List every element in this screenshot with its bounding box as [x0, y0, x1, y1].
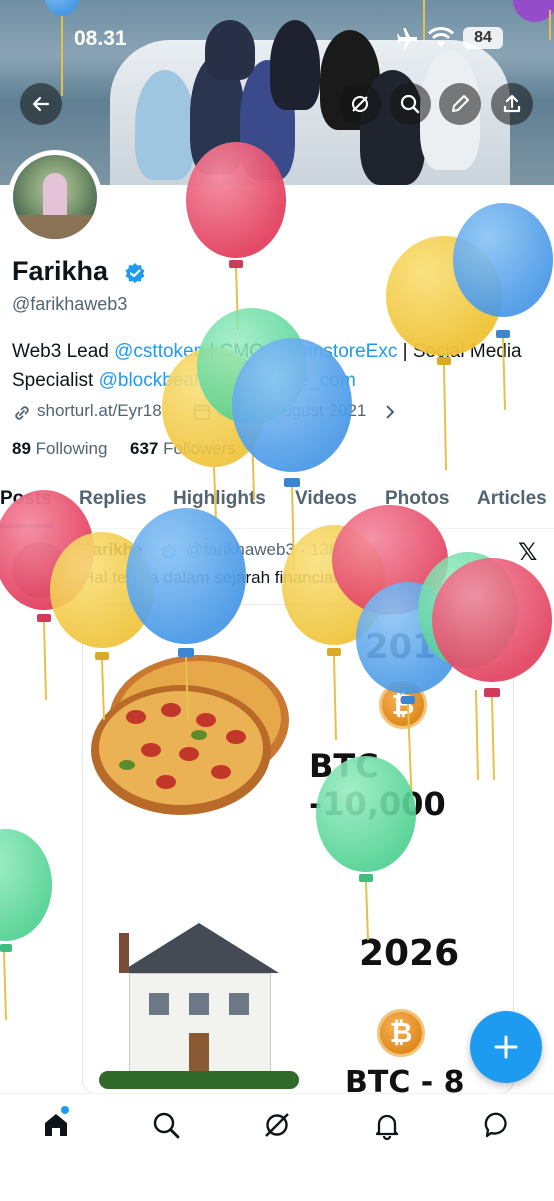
- profile-bio: Web3 Lead @csttoken | CMO @coinstoreExc …: [12, 337, 552, 395]
- edit-button[interactable]: [439, 83, 481, 125]
- tab-articles[interactable]: Articles: [477, 488, 547, 510]
- profile-avatar[interactable]: [8, 150, 102, 244]
- plus-icon: [494, 1035, 518, 1059]
- bio-text: | Social Media: [397, 341, 522, 362]
- balloon-string: [3, 951, 7, 1021]
- followers-number: 637: [130, 439, 159, 458]
- verified-badge-icon: [161, 543, 177, 561]
- post-text[interactable]: Hal tergila dalam sejarah financial ind…: [82, 568, 382, 588]
- header-photo[interactable]: 08.31 84: [0, 0, 554, 185]
- media-price-bottom: BTC - 8: [345, 1065, 465, 1094]
- search-icon: [400, 94, 420, 114]
- home-icon[interactable]: [41, 1110, 71, 1140]
- bio-text: | CMO: [204, 341, 270, 362]
- profile-handle: @farikhaweb3: [12, 294, 128, 314]
- calendar-icon: [193, 404, 211, 420]
- profile-joined-date: Joined August 2021: [217, 401, 367, 420]
- post-media-image[interactable]: 2010 ₿ BTC -10,000 2026 ₿ BTC - 8: [82, 604, 514, 1094]
- bio-mention-swapbee[interactable]: @swapbee_com: [214, 370, 356, 391]
- bio-mention-coinstore[interactable]: @coinstoreExc: [269, 341, 397, 362]
- back-button[interactable]: [20, 83, 62, 125]
- battery-indicator: 84: [463, 27, 503, 49]
- person: [135, 70, 195, 180]
- avatar-image: [13, 155, 97, 239]
- compose-post-button[interactable]: [470, 1011, 542, 1083]
- person: [270, 20, 320, 110]
- grok-button[interactable]: [339, 83, 381, 125]
- bio-mention-blockbeats[interactable]: @blockbeats: [99, 370, 209, 391]
- person: [205, 20, 255, 80]
- media-year-bottom: 2026: [359, 933, 460, 974]
- verified-badge-icon[interactable]: [124, 262, 146, 284]
- grok-icon[interactable]: [262, 1110, 292, 1140]
- bio-text: Web3 Lead: [12, 341, 115, 362]
- balloon-string: [43, 621, 47, 701]
- profile-website-link[interactable]: shorturl.at/Eyr18: [37, 401, 162, 421]
- tab-highlights[interactable]: Highlights: [173, 488, 266, 510]
- post-author-avatar[interactable]: [12, 542, 68, 598]
- balloon: [0, 829, 52, 941]
- tab-replies[interactable]: Replies: [79, 488, 147, 510]
- messages-icon[interactable]: [483, 1110, 513, 1140]
- balloon-knot: [229, 260, 243, 268]
- status-time: 08.31: [74, 27, 127, 50]
- back-arrow-icon: [32, 96, 50, 112]
- bio-mention-csttoken[interactable]: @csttoken: [114, 341, 204, 362]
- notification-dot: [61, 1106, 69, 1114]
- profile-name: Farikha: [12, 256, 109, 286]
- active-tab-indicator: [0, 524, 54, 528]
- following-label: Following: [35, 439, 108, 458]
- tab-photos[interactable]: Photos: [385, 488, 449, 510]
- media-price-top: BTC -10,000: [309, 747, 446, 823]
- tab-posts[interactable]: Posts: [0, 488, 52, 510]
- bio-text: Specialist: [12, 370, 99, 391]
- media-year-top: 2010: [365, 627, 460, 667]
- house-illustration: [99, 923, 299, 1093]
- post-author-handle: @farikhaweb3 · 13h: [186, 540, 339, 559]
- balloon-knot: [37, 614, 51, 622]
- profile-tabs: Posts Replies Highlights Videos Photos A…: [0, 484, 554, 529]
- balloon-knot: [0, 944, 12, 952]
- wifi-icon: [428, 27, 454, 47]
- followers-label: Followers: [163, 439, 236, 458]
- bitcoin-coin-icon: ₿: [379, 681, 427, 729]
- grok-icon: [352, 96, 368, 112]
- search-icon[interactable]: [151, 1110, 181, 1140]
- airplane-mode-icon: [397, 28, 417, 50]
- tab-videos[interactable]: Videos: [295, 488, 357, 510]
- bitcoin-coin-icon: ₿: [377, 1009, 425, 1057]
- followers-count[interactable]: 637 Followers: [130, 439, 236, 459]
- post-author-name[interactable]: Farikha: [82, 540, 142, 560]
- share-icon: [503, 94, 521, 113]
- following-count[interactable]: 89 Following: [12, 439, 107, 459]
- link-icon: [15, 406, 29, 420]
- following-number: 89: [12, 439, 31, 458]
- pizza-illustration: [91, 655, 291, 825]
- notifications-icon[interactable]: [372, 1110, 402, 1140]
- x-logo-icon: 𝕏: [518, 539, 538, 566]
- edit-icon: [452, 95, 469, 112]
- bottom-navigation: [0, 1093, 554, 1201]
- balloon-string: [235, 267, 239, 331]
- balloon: [453, 203, 553, 317]
- share-button[interactable]: [491, 83, 533, 125]
- search-button[interactable]: [389, 83, 431, 125]
- chevron-right-icon[interactable]: [383, 404, 397, 420]
